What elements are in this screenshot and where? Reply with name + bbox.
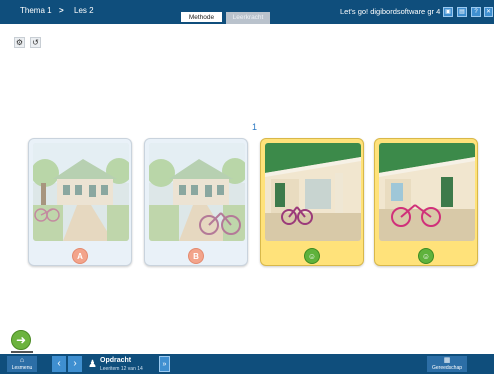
next-arrow-button[interactable]: ➜ bbox=[11, 330, 31, 350]
scene-bike-porch bbox=[265, 143, 361, 241]
tab-leerkracht[interactable]: Leerkracht bbox=[226, 12, 270, 24]
help-icon[interactable]: ? bbox=[471, 7, 481, 17]
smiley-icon: ☺ bbox=[418, 248, 434, 264]
monitor-icon[interactable]: ▤ bbox=[457, 7, 467, 17]
app-title: Let's go! digibordsoftware gr 4 bbox=[340, 7, 441, 16]
next-button[interactable]: › bbox=[68, 356, 82, 372]
assignment-progress: Leeritem 12 van 14 bbox=[100, 366, 143, 372]
scene-bike-front-house bbox=[379, 143, 475, 241]
lesson-menu-label: Lesmenu bbox=[11, 365, 33, 371]
scene-house-bike-front bbox=[149, 143, 245, 241]
card-footer: ☺ bbox=[375, 243, 477, 265]
tools-label: Gereedschap bbox=[431, 365, 463, 371]
display-icon[interactable]: ▣ bbox=[443, 7, 453, 17]
people-icon: ♟ bbox=[88, 359, 97, 370]
tab-methode[interactable]: Methode bbox=[181, 12, 222, 24]
breadcrumb-separator: > bbox=[59, 6, 64, 15]
home-icon: ⌂ bbox=[19, 357, 25, 364]
undo-icon[interactable]: ↺ bbox=[30, 37, 41, 48]
answer-card-porch[interactable]: ☺ bbox=[260, 138, 364, 266]
previous-button[interactable]: ‹ bbox=[52, 356, 66, 372]
close-icon[interactable]: ✕ bbox=[484, 7, 493, 17]
breadcrumb-theme[interactable]: Thema 1 bbox=[20, 6, 52, 15]
lesson-menu-button[interactable]: ⌂ Lesmenu bbox=[7, 356, 37, 372]
next-button-underline bbox=[11, 351, 33, 353]
bottom-bar: ⌂ Lesmenu ‹ › » ▦ Gereedschap bbox=[0, 354, 494, 374]
card-footer: ☺ bbox=[261, 243, 363, 265]
skip-forward-button[interactable]: » bbox=[159, 356, 170, 372]
answer-card-front[interactable]: ☺ bbox=[374, 138, 478, 266]
toolbox-icon: ▦ bbox=[443, 357, 451, 364]
page-number: 1 bbox=[252, 122, 258, 132]
scene-house-bike-tree bbox=[33, 143, 129, 241]
card-footer: A bbox=[29, 243, 131, 265]
tools-button[interactable]: ▦ Gereedschap bbox=[427, 356, 467, 372]
answer-card-a[interactable]: A bbox=[28, 138, 132, 266]
answer-card-b[interactable]: B bbox=[144, 138, 248, 266]
assignment-title: Opdracht bbox=[100, 357, 132, 364]
gear-icon[interactable]: ⚙ bbox=[14, 37, 25, 48]
app-window: Thema 1 > Les 2 Methode Leerkracht Let's… bbox=[0, 0, 494, 374]
top-bar: Thema 1 > Les 2 Methode Leerkracht Let's… bbox=[0, 0, 494, 24]
smiley-icon: ☺ bbox=[304, 248, 320, 264]
answer-badge-a: A bbox=[72, 248, 88, 264]
answer-badge-b: B bbox=[188, 248, 204, 264]
breadcrumb-lesson[interactable]: Les 2 bbox=[74, 6, 94, 15]
card-footer: B bbox=[145, 243, 247, 265]
